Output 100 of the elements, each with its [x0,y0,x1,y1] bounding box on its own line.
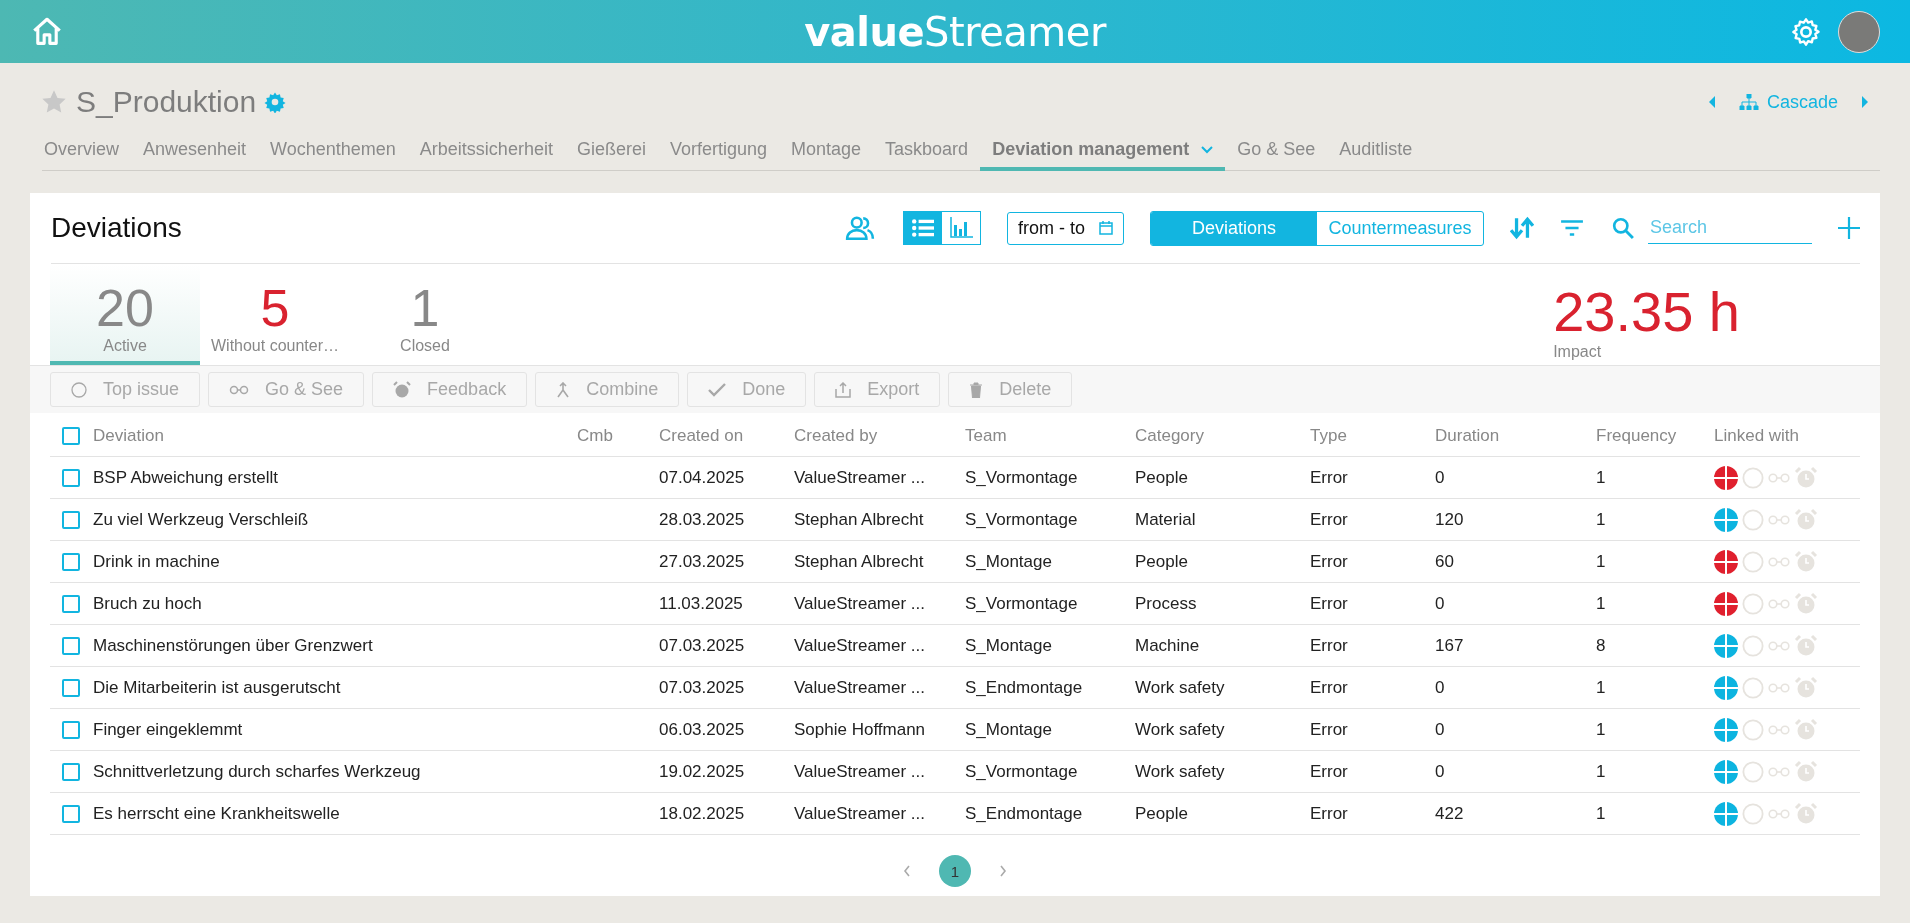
circle-icon [1742,466,1764,489]
column-header[interactable]: Linked with [1714,425,1800,446]
list-icon [912,219,934,237]
table-cell: 422 [1435,803,1464,824]
settings-icon[interactable] [1790,15,1822,48]
search-icon [1612,217,1634,239]
table-cell: ValueStreamer ... [794,677,926,698]
nav-tab[interactable]: Arbeitssicherheit [407,133,565,171]
table-cell: 11.03.2025 [659,593,743,614]
chevron-down-icon[interactable] [1201,145,1214,154]
alarm-clock-icon [1794,591,1818,616]
avatar[interactable] [1838,10,1880,53]
table-cell: 0 [1435,761,1445,782]
next-page-icon[interactable] [999,865,1007,877]
checkbox[interactable] [62,468,80,487]
table-cell: 0 [1435,677,1445,698]
page-button[interactable]: 1 [939,855,971,887]
nav-tab[interactable]: Vorfertigung [657,133,779,171]
glasses-icon [1768,514,1790,525]
glasses-icon [1768,472,1790,483]
table-cell: People [1135,803,1188,824]
column-header[interactable]: Cmb [577,425,613,446]
checkbox[interactable] [62,678,80,697]
circle-icon [1742,802,1764,825]
table-cell: S_Vormontage [965,509,1078,530]
table-cell: Error [1310,593,1348,614]
checkbox[interactable] [62,426,80,445]
stat-tab[interactable]: 5 Without counter… [200,264,350,365]
stat-label: Active [103,337,147,355]
table-cell: Error [1310,509,1348,530]
nav-tab[interactable]: Deviation management [980,133,1226,171]
table-cell: Material [1135,509,1196,530]
checkbox[interactable] [62,510,80,529]
checkbox[interactable] [62,804,80,823]
column-header[interactable]: Created by [794,425,878,446]
table-cell: 1 [1596,509,1606,530]
segment-tab[interactable]: Deviations [1151,211,1317,245]
table-cell: Sophie Hoffmann [794,719,926,740]
nav-tab[interactable]: Taskboard [873,133,981,171]
filter-icon[interactable] [1560,219,1584,237]
table-cell: Machine [1135,635,1200,656]
add-icon[interactable] [1838,217,1860,239]
stat-tab[interactable]: 1 Closed [350,264,500,365]
stat-label: Without counter… [210,337,340,355]
checkmark-icon [708,382,727,397]
nav-tab[interactable]: Montage [779,133,874,171]
users-icon[interactable] [845,216,875,240]
glasses-icon [1768,640,1790,651]
checkbox[interactable] [62,594,80,613]
column-header[interactable]: Team [965,425,1007,446]
checkbox[interactable] [62,762,80,781]
checkbox[interactable] [62,720,80,739]
glasses-icon [1768,598,1790,609]
table-cell: 07.03.2025 [659,677,745,698]
table-cell: Die Mitarbeiterin ist ausgerutscht [93,677,341,698]
alarm-clock-icon [393,380,412,399]
table-cell: 06.03.2025 [659,719,745,740]
column-header[interactable]: Created on [659,425,744,446]
table-cell: S_Endmontage [965,677,1083,698]
date-range-field[interactable]: from - to [1007,211,1124,245]
stat-label: Closed [400,337,450,355]
table-cell: ValueStreamer ... [794,467,926,488]
alarm-clock-icon [1794,633,1818,658]
stat-value: 5 [260,279,290,337]
table-cell: 1 [1596,803,1606,824]
table-cell: S_Montage [965,719,1052,740]
nav-tab[interactable]: Go & See [1225,133,1328,171]
next-icon[interactable] [1860,95,1870,109]
table-cell: Bruch zu hoch [93,593,202,614]
sort-icon[interactable] [1510,216,1534,240]
glasses-icon [1768,682,1790,693]
nav-tab[interactable]: Gießerei [564,133,658,171]
nav-tab[interactable]: Wochenthemen [258,133,408,171]
circle-icon [1742,592,1764,615]
segment-tab[interactable]: Countermeasures [1317,211,1483,245]
column-header[interactable]: Deviation [93,425,164,446]
glasses-icon [1768,724,1790,735]
column-header[interactable]: Duration [1435,425,1500,446]
impact-value: 23.35 h [1553,281,1740,343]
table-cell: BSP Abweichung erstellt [93,467,278,488]
checkbox[interactable] [62,636,80,655]
table-cell: 1 [1596,551,1606,572]
table-cell: 07.03.2025 [659,635,745,656]
circle-icon [1742,508,1764,531]
column-header[interactable]: Frequency [1596,425,1677,446]
table-cell: Error [1310,761,1348,782]
table-cell: People [1135,467,1188,488]
table-cell: 27.03.2025 [659,551,745,572]
list-view-button[interactable] [904,212,942,244]
nav-tab[interactable]: Auditliste [1327,133,1425,171]
cascade-link[interactable]: Cascade [1738,91,1838,113]
column-header[interactable]: Category [1135,425,1204,446]
table-cell: Zu viel Werkzeug Verschleiß [93,509,309,530]
previous-page-icon[interactable] [903,865,911,877]
table-cell: Process [1135,593,1197,614]
nav-tab[interactable]: Overview [42,133,131,171]
checkbox[interactable] [62,552,80,571]
column-header[interactable]: Type [1310,425,1347,446]
settings-icon[interactable] [264,91,287,113]
nav-tab[interactable]: Anwesenheit [131,133,259,171]
